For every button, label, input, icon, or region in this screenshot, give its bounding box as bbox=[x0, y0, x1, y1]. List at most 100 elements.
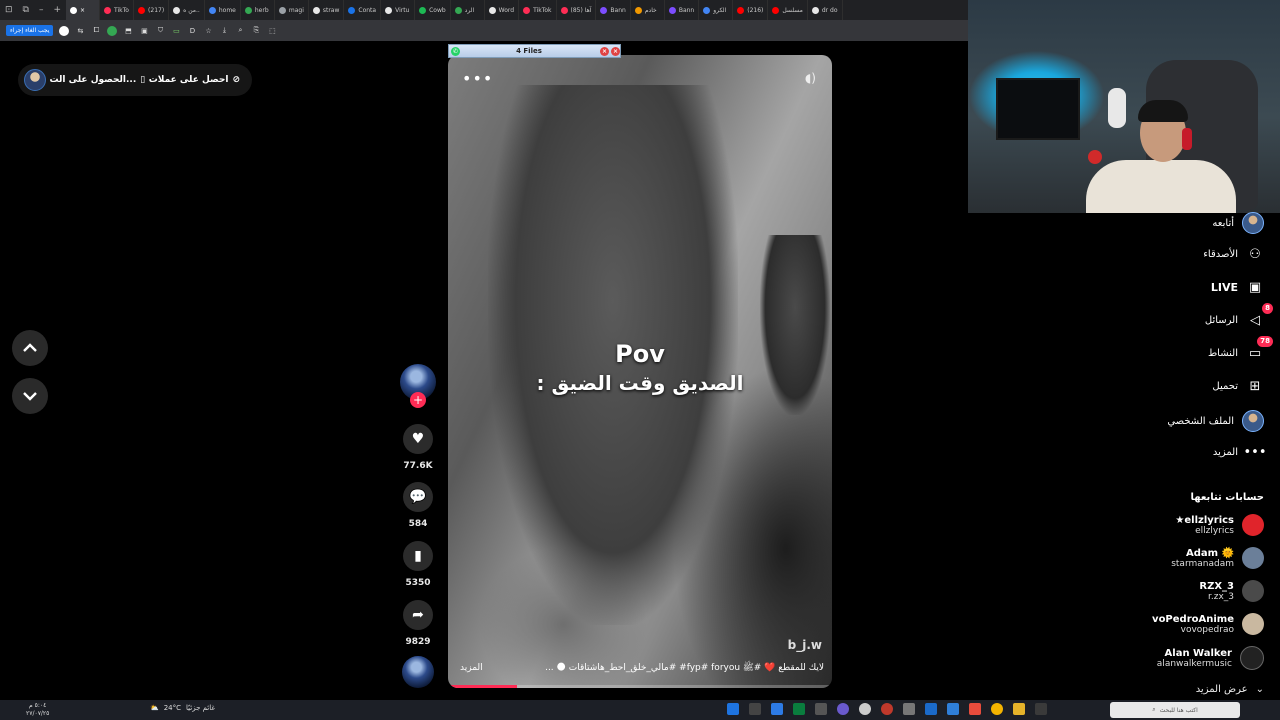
browser-tab[interactable]: مسلسل bbox=[768, 0, 808, 20]
previous-video-button[interactable] bbox=[12, 330, 48, 366]
browser-tab[interactable]: herb bbox=[241, 0, 275, 20]
puzzle-icon[interactable]: ⧠ bbox=[91, 26, 101, 36]
folder-icon[interactable] bbox=[1013, 703, 1025, 715]
close-icon[interactable]: × bbox=[80, 7, 85, 14]
app-icon[interactable] bbox=[1035, 703, 1047, 715]
sound-avatar-button[interactable] bbox=[398, 656, 438, 688]
browser-tab[interactable]: (216) bbox=[733, 0, 769, 20]
app-icon[interactable] bbox=[859, 703, 871, 715]
browser-tab[interactable]: dr do bbox=[808, 0, 843, 20]
browser-tab[interactable]: TikTo bbox=[100, 0, 135, 20]
save-button[interactable]: ▮ 5350 bbox=[398, 541, 438, 588]
account-item[interactable]: voPedroAnime vovopedrao bbox=[1152, 613, 1264, 635]
browser-tab[interactable]: خادم bbox=[631, 0, 665, 20]
app-icon[interactable] bbox=[771, 703, 783, 715]
chrome-icon[interactable] bbox=[991, 703, 1003, 715]
next-video-button[interactable] bbox=[12, 378, 48, 414]
sidebar-item-following[interactable]: أتابعه bbox=[1212, 212, 1264, 234]
get-app-button[interactable]: الحصول على الت... ▯ bbox=[50, 75, 146, 85]
app-icon[interactable] bbox=[749, 703, 761, 715]
new-tab-icon[interactable]: + bbox=[48, 5, 66, 15]
popup-dismiss-icon[interactable]: × bbox=[611, 46, 620, 56]
zoom-icon[interactable]: ⌕ bbox=[235, 26, 245, 36]
browser-tab[interactable]: Conta bbox=[344, 0, 382, 20]
video-progress-bar[interactable] bbox=[448, 685, 832, 688]
sidebar-item-activity[interactable]: ▭ 78 النشاط bbox=[1208, 336, 1273, 362]
tab-favicon bbox=[70, 6, 78, 14]
capture-icon[interactable]: ▣ bbox=[139, 26, 149, 36]
browser-tab[interactable]: Virtu bbox=[381, 0, 416, 20]
battery-icon[interactable]: ▭ bbox=[171, 26, 181, 36]
tab-active[interactable]: × bbox=[66, 0, 101, 20]
app-icon[interactable] bbox=[969, 703, 981, 715]
account-item[interactable]: Alan Walker alanwalkermusic bbox=[1157, 646, 1264, 670]
profile-icon[interactable] bbox=[59, 25, 70, 36]
sidebar-item-friends[interactable]: ⚇ الأصدقاء bbox=[1203, 245, 1264, 263]
see-more-button[interactable]: ⌄ عرض المزيد bbox=[1196, 684, 1264, 695]
sidebar-item-more[interactable]: ••• المزيد bbox=[1213, 443, 1267, 461]
taskbar-clock[interactable]: ٥:٠٤ م ٢٧/٠٧/٢٥ bbox=[26, 702, 49, 718]
shield-icon[interactable]: ⛉ bbox=[155, 26, 165, 36]
browser-tab[interactable]: straw bbox=[309, 0, 345, 20]
browser-tab[interactable]: TikTok bbox=[519, 0, 557, 20]
browser-tab[interactable]: (85) آها bbox=[557, 0, 597, 20]
workspace-icon[interactable]: ⧉ bbox=[18, 5, 34, 15]
files-popup[interactable]: ✆ 4 Files × × bbox=[448, 44, 621, 58]
app-icon[interactable] bbox=[903, 703, 915, 715]
account-item[interactable]: Adam 🌞 starmanadam bbox=[1171, 547, 1264, 569]
app-icon[interactable] bbox=[815, 703, 827, 715]
browser-tab[interactable]: home bbox=[205, 0, 241, 20]
creator-avatar-button[interactable]: + bbox=[398, 364, 438, 408]
share-count: 9829 bbox=[405, 637, 431, 647]
extension-icon[interactable]: ⇆ bbox=[75, 26, 85, 36]
video-description: لايك للمقطع ❤️ #ﷺ fyp# foryou# #مالي_خلق… bbox=[545, 663, 824, 673]
browser-tab[interactable]: (217) bbox=[134, 0, 170, 20]
minimize-icon[interactable]: – bbox=[34, 5, 49, 15]
like-button[interactable]: ♥ 77.6K bbox=[398, 424, 438, 471]
browser-tab[interactable]: Cowb bbox=[415, 0, 451, 20]
comment-button[interactable]: 💬 584 bbox=[398, 482, 438, 529]
sidebar-item-live[interactable]: ▣ LIVE bbox=[1211, 278, 1264, 296]
account-item[interactable]: RZX_3 r.zx_3 bbox=[1199, 580, 1264, 602]
app-icon[interactable] bbox=[793, 703, 805, 715]
get-coins-button[interactable]: احصل على عملات ⊘ bbox=[149, 75, 240, 85]
popup-close-icon[interactable]: × bbox=[600, 46, 609, 56]
screenshot-icon[interactable]: ⬚ bbox=[267, 26, 277, 36]
tab-search-icon[interactable]: ⊡ bbox=[0, 5, 18, 15]
user-avatar[interactable] bbox=[24, 69, 46, 91]
browser-tab[interactable]: الكرو bbox=[699, 0, 734, 20]
share-button[interactable]: ➦ 9829 bbox=[398, 600, 438, 647]
more-link[interactable]: المزيد bbox=[460, 663, 483, 673]
browser-tab[interactable]: Bann bbox=[596, 0, 631, 20]
webcam-person-hair bbox=[1138, 100, 1188, 122]
volume-icon[interactable]: ◖) bbox=[805, 71, 816, 85]
d-extension-icon[interactable]: D bbox=[187, 26, 197, 36]
video-watermark: b_j.w bbox=[787, 638, 822, 652]
sidebar-item-upload[interactable]: ⊞ تحميل bbox=[1212, 377, 1264, 395]
bookmark-icon[interactable]: ⬒ bbox=[123, 26, 133, 36]
extension-green-icon[interactable] bbox=[107, 25, 118, 36]
follow-plus-icon[interactable]: + bbox=[410, 392, 426, 408]
cast-icon[interactable]: ⎘ bbox=[251, 26, 261, 36]
taskbar-search-input[interactable]: اكتب هنا للبحث ⌕ bbox=[1110, 702, 1240, 718]
video-player[interactable]: ••• ◖) Pov الصديق وقت الضيق : b_j.w المز… bbox=[448, 55, 832, 688]
cancel-action-button[interactable]: يجب الغاء إجراء bbox=[6, 25, 54, 36]
star-icon[interactable]: ☆ bbox=[203, 26, 213, 36]
browser-tab[interactable]: الرد bbox=[451, 0, 485, 20]
account-item[interactable]: ★ellzlyrics ellzlyrics bbox=[1175, 514, 1264, 536]
app-icon[interactable] bbox=[925, 703, 937, 715]
browser-tab[interactable]: Bann bbox=[665, 0, 700, 20]
download-icon[interactable]: ⤓ bbox=[219, 26, 229, 36]
more-options-icon[interactable]: ••• bbox=[462, 69, 493, 88]
notification-icon[interactable] bbox=[10, 704, 22, 716]
app-icon[interactable] bbox=[947, 703, 959, 715]
browser-tab[interactable]: magi bbox=[275, 0, 309, 20]
app-icon[interactable] bbox=[881, 703, 893, 715]
browser-tab[interactable]: Word bbox=[485, 0, 520, 20]
sidebar-item-messages[interactable]: ◁ 8 الرسائل bbox=[1205, 303, 1273, 329]
app-icon[interactable] bbox=[837, 703, 849, 715]
taskbar-weather[interactable]: ⛅ 24°C غائم جزئيًا bbox=[150, 704, 215, 712]
browser-tab[interactable]: من ه.. bbox=[169, 0, 205, 20]
sidebar-item-profile[interactable]: الملف الشخصي bbox=[1167, 410, 1264, 432]
app-icon[interactable] bbox=[727, 703, 739, 715]
